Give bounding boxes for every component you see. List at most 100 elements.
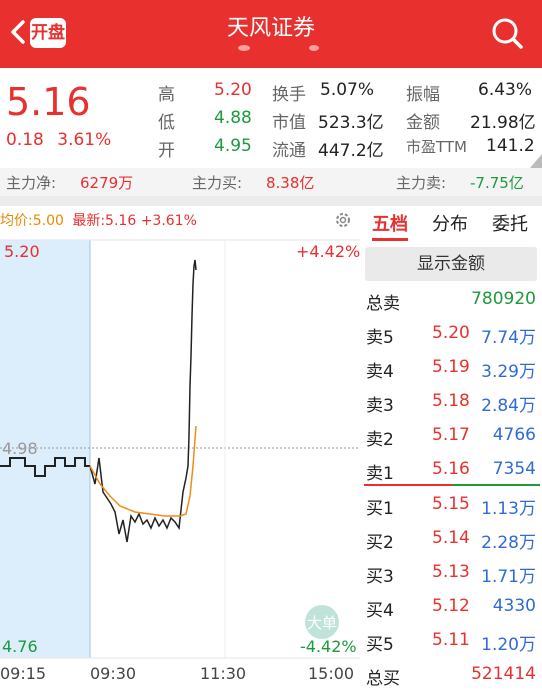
mktcap-value: 523.3亿 bbox=[318, 113, 384, 133]
turnover-label: 换手 bbox=[272, 85, 306, 105]
amount-label: 金额 bbox=[406, 113, 440, 133]
tab-five-levels[interactable]: 五档 bbox=[372, 210, 408, 241]
bid-volume: 4330 bbox=[492, 596, 536, 616]
time-label-1130: 11:30 bbox=[200, 664, 247, 683]
chart-info-line: 均价:5.00 最新:5.16 +3.61% bbox=[0, 210, 197, 230]
main-buy-label: 主力买: bbox=[192, 174, 243, 192]
bid-row-1[interactable]: 买1 5.15 1.13万 bbox=[362, 489, 542, 523]
bid-volume: 1.20万 bbox=[481, 635, 536, 655]
net-flow-value: 6279万 bbox=[80, 174, 134, 192]
ask-name: 卖5 bbox=[366, 328, 394, 348]
main-sell-value: -7.75亿 bbox=[470, 174, 524, 192]
amplitude-value: 6.43% bbox=[478, 80, 533, 100]
amount-value: 21.98亿 bbox=[470, 113, 536, 133]
bid-volume: 2.28万 bbox=[481, 533, 536, 553]
turnover-value: 5.07% bbox=[320, 80, 375, 100]
bid-volume: 1.71万 bbox=[481, 567, 536, 587]
high-value: 5.20 bbox=[214, 80, 252, 100]
ask-row-5[interactable]: 卖5 5.20 7.74万 bbox=[362, 318, 542, 352]
show-amount-button[interactable]: 显示金额 bbox=[365, 247, 537, 281]
main-sell-label: 主力卖: bbox=[396, 174, 447, 192]
bid-price: 5.12 bbox=[432, 596, 470, 616]
main-flow-row: 主力净: 6279万 主力买: 8.38亿 主力卖: -7.75亿 bbox=[0, 168, 542, 196]
subtitle-dots bbox=[238, 45, 319, 51]
main-buy-value: 8.38亿 bbox=[266, 174, 315, 192]
total-buy-row: 总买 521414 bbox=[362, 659, 542, 693]
ask-bid-separator-green bbox=[452, 484, 540, 486]
ask-price: 5.20 bbox=[432, 323, 470, 343]
bid-name: 买2 bbox=[366, 533, 394, 553]
float-value: 447.2亿 bbox=[318, 141, 384, 161]
time-label-0915: 09:15 bbox=[0, 664, 47, 683]
ask-volume: 7.74万 bbox=[481, 328, 536, 348]
tab-distribution[interactable]: 分布 bbox=[432, 210, 468, 236]
ask-name: 卖4 bbox=[366, 362, 394, 382]
current-price: 5.16 bbox=[6, 80, 91, 124]
price-line bbox=[89, 259, 197, 543]
total-sell-value: 780920 bbox=[471, 289, 536, 309]
total-sell-label: 总卖 bbox=[366, 294, 400, 314]
ask-price: 5.19 bbox=[432, 357, 470, 377]
low-label: 低 bbox=[158, 113, 175, 133]
ask-volume: 2.84万 bbox=[481, 396, 536, 416]
bid-price: 5.13 bbox=[432, 562, 470, 582]
ask-price: 5.18 bbox=[432, 391, 470, 411]
bid-price: 5.15 bbox=[432, 494, 470, 514]
settings-gear-icon[interactable] bbox=[334, 211, 352, 229]
time-label-1500: 15:00 bbox=[308, 664, 355, 683]
bid-price: 5.14 bbox=[432, 528, 470, 548]
bid-row-4[interactable]: 买4 5.12 4330 bbox=[362, 591, 542, 625]
bid-row-3[interactable]: 买3 5.13 1.71万 bbox=[362, 557, 542, 591]
pe-value: 141.2 bbox=[486, 136, 535, 156]
chart-mid-price: 4.98 bbox=[2, 439, 38, 458]
latest-price-label: 最新:5.16 bbox=[72, 213, 137, 229]
chart-bottom-price: 4.76 bbox=[2, 637, 38, 656]
ask-volume: 7354 bbox=[492, 459, 536, 479]
latest-pct-label: +3.61% bbox=[140, 213, 197, 229]
total-sell-row: 总卖 780920 bbox=[362, 284, 542, 318]
total-buy-value: 521414 bbox=[471, 664, 536, 684]
ask-name: 卖1 bbox=[366, 464, 394, 484]
ask-row-2[interactable]: 卖2 5.17 4766 bbox=[362, 420, 542, 454]
stock-title: 天风证券 bbox=[226, 16, 315, 41]
mktcap-label: 市值 bbox=[272, 113, 306, 133]
change-percent: 3.61% bbox=[57, 130, 112, 150]
chart-top-price: 5.20 bbox=[4, 242, 40, 261]
header-bar: 开盘 天风证券 bbox=[0, 0, 542, 68]
bid-row-5[interactable]: 买5 5.11 1.20万 bbox=[362, 625, 542, 659]
chart-top-pct: +4.42% bbox=[296, 242, 361, 261]
corner-triangle-icon bbox=[530, 154, 542, 168]
open-value: 4.95 bbox=[214, 136, 252, 156]
bid-name: 买3 bbox=[366, 567, 394, 587]
avg-price-label: 均价:5.00 bbox=[0, 213, 64, 229]
ask-name: 卖2 bbox=[366, 430, 394, 450]
orderbook-tabs: 五档 分布 委托 bbox=[362, 206, 542, 241]
bid-price: 5.11 bbox=[432, 630, 470, 650]
bid-name: 买1 bbox=[366, 499, 394, 519]
ask-volume: 4766 bbox=[492, 425, 536, 445]
bid-row-2[interactable]: 买2 5.14 2.28万 bbox=[362, 523, 542, 557]
change-value: 0.18 bbox=[6, 130, 44, 150]
intraday-chart[interactable]: 大单 bbox=[0, 236, 360, 660]
ask-row-1[interactable]: 卖1 5.16 7354 bbox=[362, 454, 542, 488]
high-label: 高 bbox=[158, 85, 175, 105]
low-value: 4.88 bbox=[214, 108, 252, 128]
big-order-text: 大单 bbox=[307, 614, 337, 632]
bid-name: 买5 bbox=[366, 635, 394, 655]
bid-name: 买4 bbox=[366, 601, 394, 621]
total-buy-label: 总买 bbox=[366, 669, 400, 689]
amplitude-label: 振幅 bbox=[406, 85, 440, 105]
ask-row-3[interactable]: 卖3 5.18 2.84万 bbox=[362, 386, 542, 420]
net-flow-label: 主力净: bbox=[6, 174, 57, 192]
pe-label: 市盈TTM bbox=[406, 138, 468, 156]
section-divider bbox=[0, 196, 542, 206]
ask-volume: 3.29万 bbox=[481, 362, 536, 382]
ask-name: 卖3 bbox=[366, 396, 394, 416]
price-change: 0.18 3.61% bbox=[6, 130, 111, 150]
time-label-0930: 09:30 bbox=[90, 664, 137, 683]
tab-orders[interactable]: 委托 bbox=[492, 210, 528, 236]
avg-price-line bbox=[89, 425, 197, 517]
ask-price: 5.16 bbox=[432, 459, 470, 479]
ask-row-4[interactable]: 卖4 5.19 3.29万 bbox=[362, 352, 542, 386]
search-icon[interactable] bbox=[490, 16, 524, 50]
